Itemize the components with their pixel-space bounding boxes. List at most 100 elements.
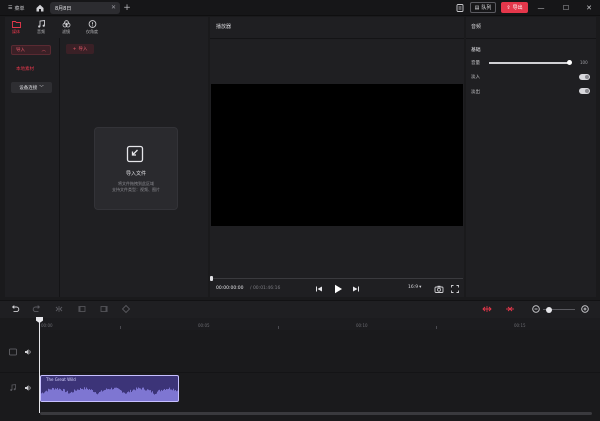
tab-title: 8月8日 (55, 5, 72, 12)
undo-icon[interactable] (10, 304, 20, 314)
queue-label: 队列 (481, 5, 492, 11)
import-button[interactable]: + 导入 (66, 44, 94, 54)
zoom-in-icon[interactable] (580, 304, 590, 314)
fullscreen-icon[interactable] (450, 284, 460, 294)
tab-audio[interactable]: 音频 (30, 17, 52, 38)
tab-label: 仅角度 (86, 29, 98, 34)
fade-out-toggle[interactable] (579, 88, 590, 94)
video-preview[interactable] (211, 84, 463, 226)
menu-icon: ☰ (8, 5, 13, 11)
tab-project[interactable]: 8月8日 ✕ (50, 2, 120, 14)
minimize-button[interactable]: — (534, 2, 548, 14)
info-circle-icon (88, 20, 96, 28)
divider (466, 38, 596, 39)
queue-icon: ▤ (474, 4, 480, 11)
import-section-toggle[interactable]: 导入 ︿ (11, 45, 51, 55)
ruler-tick (436, 326, 437, 329)
import-pill-label: 导入 (16, 48, 25, 53)
fade-in-label: 淡入 (471, 75, 480, 80)
speaker-icon[interactable] (24, 384, 32, 392)
play-icon[interactable] (332, 283, 344, 295)
volume-slider-handle[interactable] (567, 60, 572, 65)
music-note-icon (9, 384, 17, 392)
aspect-ratio-dropdown[interactable]: 16:9 ▾ (408, 285, 421, 290)
dropzone-title: 导入文件 (125, 171, 146, 177)
dropzone-hint-types: 支持文件类型：视频、图片 (112, 187, 160, 192)
volume-label: 音量 (471, 61, 480, 66)
volume-value[interactable]: 100 (580, 60, 588, 65)
home-icon[interactable] (35, 3, 45, 13)
ruler-label: 00:10 (356, 323, 368, 328)
filter-icon (62, 20, 70, 28)
import-dropzone[interactable] (94, 127, 178, 210)
upload-icon: ⇪ (506, 4, 511, 11)
device-connect-button[interactable]: 设备连接 ﹀ (11, 82, 52, 93)
close-icon[interactable]: ✕ (111, 4, 116, 11)
tab-label: 滤镜 (62, 29, 70, 34)
audio-waveform (41, 387, 178, 401)
menu-label: 菜单 (14, 5, 25, 12)
zoom-slider-handle[interactable] (546, 306, 552, 313)
clip-title: The Great Wild (46, 377, 76, 382)
zoom-out-icon[interactable] (531, 304, 541, 314)
fade-out-label: 淡出 (471, 90, 480, 95)
media-sidebar (5, 38, 60, 297)
progress-handle[interactable] (210, 276, 213, 281)
trim-right-icon[interactable] (99, 304, 109, 314)
divider (210, 38, 464, 39)
ruler-label: 00:05 (198, 323, 210, 328)
add-tab-button[interactable]: + (122, 2, 132, 14)
current-time: 00:00:00:00 (216, 286, 244, 291)
aspect-ratio-value: 16:9 (408, 285, 419, 290)
playhead[interactable] (39, 318, 40, 413)
split-icon[interactable] (54, 304, 64, 314)
volume-slider[interactable] (489, 62, 571, 64)
track-cover-icon[interactable] (9, 348, 17, 356)
skip-forward-icon[interactable] (351, 284, 361, 294)
ruler-tick (120, 326, 121, 329)
menu-button[interactable]: ☰ 菜单 (5, 3, 28, 13)
skip-back-icon[interactable] (314, 284, 324, 294)
ruler-label: 00:00 (41, 323, 53, 328)
ruler-label: 00:15 (514, 323, 526, 328)
fade-in-toggle[interactable] (579, 74, 590, 80)
notes-icon[interactable] (455, 3, 465, 13)
chevron-up-icon: ︿ (41, 48, 47, 53)
timeline[interactable] (0, 318, 600, 421)
speaker-icon[interactable] (24, 348, 32, 356)
export-label: 导出 (512, 5, 523, 11)
player-title: 播放器 (216, 24, 232, 30)
local-material-item[interactable]: 本地素材 (16, 66, 34, 72)
magnet-icon[interactable] (505, 304, 515, 314)
plus-icon: + (72, 46, 77, 52)
timeline-scrollbar[interactable] (40, 412, 592, 415)
total-time: / 00:01:46:16 (250, 286, 281, 291)
ruler-tick (278, 326, 279, 329)
caret-down-icon: ▾ (419, 285, 422, 290)
music-note-icon (37, 20, 45, 28)
redo-icon[interactable] (32, 304, 42, 314)
export-button[interactable]: ⇪ 导出 (501, 2, 528, 13)
properties-panel (466, 17, 596, 297)
properties-title: 音频 (471, 24, 482, 30)
track-divider (0, 372, 600, 373)
maximize-button[interactable]: ☐ (559, 2, 573, 14)
tab-filter[interactable]: 滤镜 (55, 17, 77, 38)
tab-media[interactable]: 媒体 (5, 17, 27, 38)
tab-label: 音频 (37, 29, 45, 34)
device-label: 设备连接 (19, 85, 38, 91)
delete-icon[interactable] (121, 304, 131, 314)
player-progress-bar[interactable] (211, 278, 463, 279)
link-clips-icon[interactable] (482, 304, 492, 314)
queue-button[interactable]: ▤ 队列 (470, 2, 496, 13)
media-tabs: 媒体 音频 滤镜 仅角度 (5, 17, 208, 38)
close-window-button[interactable]: ✕ (582, 2, 596, 14)
import-file-icon (126, 145, 144, 163)
tab-angle[interactable]: 仅角度 (81, 17, 103, 38)
folder-icon (11, 21, 21, 28)
tab-label: 媒体 (12, 29, 20, 34)
import-label: 导入 (78, 47, 88, 52)
basic-section-heading: 基础 (471, 48, 481, 53)
camera-icon[interactable] (434, 284, 444, 294)
trim-left-icon[interactable] (77, 304, 87, 314)
